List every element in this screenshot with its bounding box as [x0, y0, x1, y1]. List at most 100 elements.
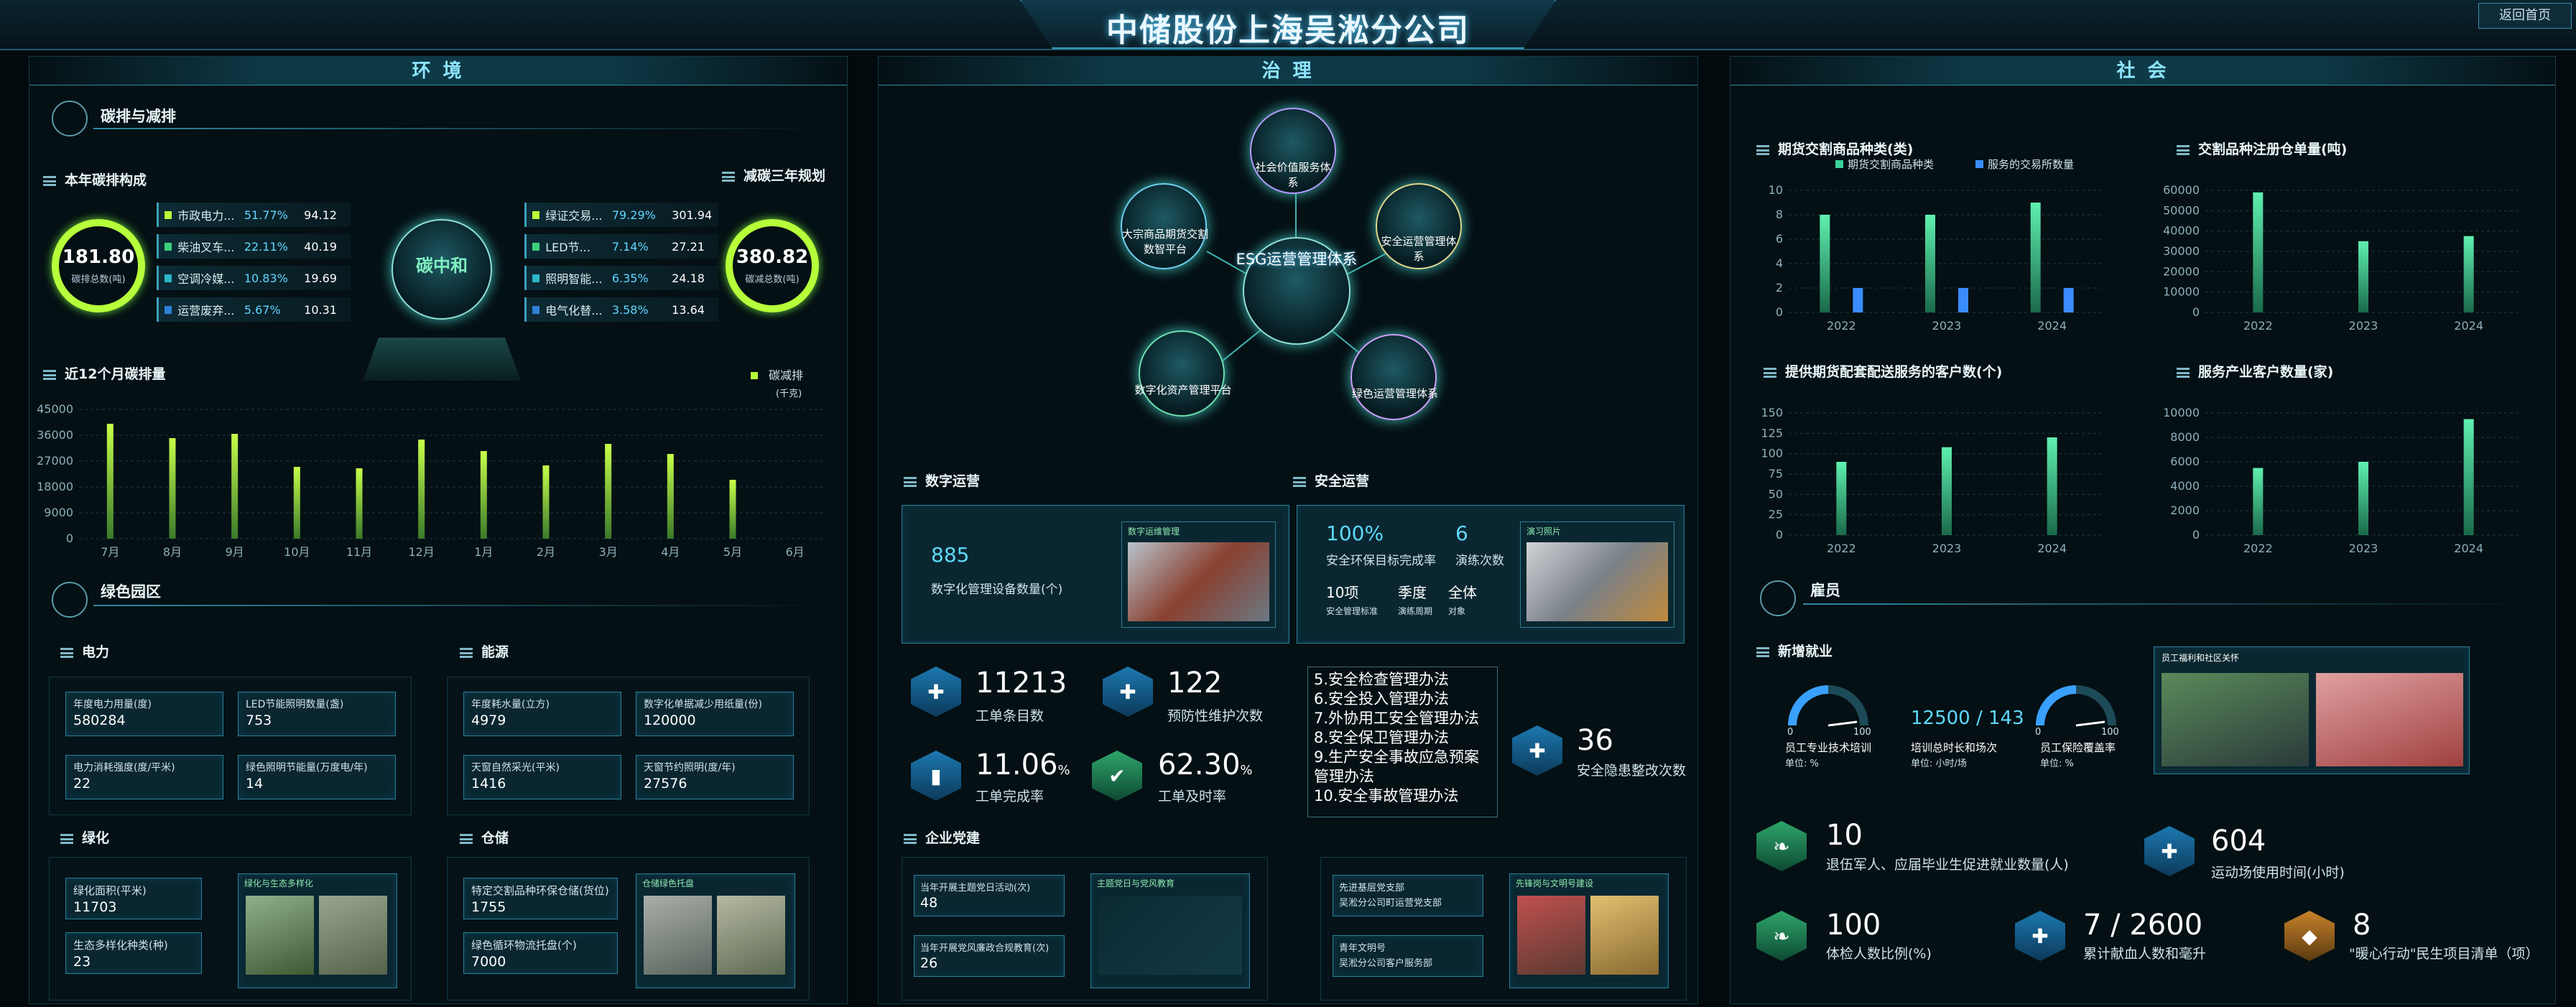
checkup-ratio-label: 体检人数比例(%) [1826, 946, 1932, 962]
node-green-ops[interactable]: 绿色运营管理体系 [1350, 334, 1438, 420]
hazard-label: 安全隐患整改次数 [1577, 763, 1687, 779]
energy-stat-label: 数字化单据减少用纸量(份) [644, 699, 762, 710]
y-tick-label: 0 [66, 532, 73, 545]
greening-photo-frame: 绿化与生态多样化 [238, 873, 397, 988]
completion-rate-unit: % [1057, 763, 1070, 778]
bar [2047, 437, 2057, 535]
menu-icon [1756, 646, 1769, 657]
node-safety-ops[interactable]: 安全运营管理体系 [1376, 183, 1462, 269]
x-tick-label: 8月 [163, 545, 182, 559]
biodiversity-label: 生态多样化种类(种) [73, 939, 168, 952]
gauge2-unit: 单位: % [2040, 758, 2074, 769]
advanced-branch-label: 先进基层党支部 [1339, 883, 1405, 894]
power-stat-label: LED节能照明数量(盏) [246, 699, 344, 710]
welfare-photo-1 [2162, 673, 2309, 766]
youth-civilization-label: 青年文明号 [1339, 943, 1386, 954]
bar [293, 467, 300, 539]
maintenance-label: 预防性维护次数 [1167, 708, 1264, 724]
welfare-photo-2 [2316, 673, 2463, 766]
storage-photo-1 [644, 896, 712, 975]
y-tick-label: 10 [1769, 183, 1783, 197]
x-tick-label: 12月 [408, 545, 434, 559]
digital-ops-title: 数字运营 [904, 470, 980, 490]
node-futures-platform[interactable]: 大宗商品期货交割数智平台 [1121, 183, 1208, 269]
drill-count-value: 6 [1455, 521, 1468, 545]
green-area-value: 11703 [73, 899, 117, 915]
left-name: 柴油叉车... [177, 241, 235, 254]
x-tick-label: 2024 [2037, 542, 2067, 555]
youth-civilization-value: 吴淞分公司客户服务部 [1339, 958, 1433, 969]
x-tick-label: 2023 [1932, 542, 1962, 555]
storage-green-value: 1755 [471, 899, 506, 915]
bar [2030, 203, 2041, 312]
honor-photo-1 [1517, 896, 1585, 975]
party-day-label: 当年开展主题党日活动(次) [920, 883, 1031, 894]
biodiversity-value: 23 [73, 954, 91, 970]
employee-section-line [1803, 603, 2536, 605]
env-title: 环 境 [412, 60, 465, 82]
green-section-title: 绿色园区 [101, 583, 161, 600]
warm-action-label: "暖心行动"民生项目清单（项） [2349, 946, 2539, 962]
storage-photo-label: 仓储绿色托盘 [642, 878, 695, 888]
green-section-line [93, 605, 826, 606]
back-home-button[interactable]: 返回首页 [2478, 3, 2572, 29]
gauge1-label: 员工专业技术培训 [1785, 741, 1872, 754]
party-photo-label: 主题党日与党风教育 [1097, 878, 1175, 888]
green-area-label: 绿化面积(平米) [73, 884, 147, 897]
carbon-section-line [93, 128, 826, 129]
x-tick-label: 10月 [284, 545, 310, 559]
x-tick-label: 1月 [474, 545, 493, 559]
insurance-gauge [2036, 685, 2116, 727]
work-order-count: 11213 [976, 667, 1067, 700]
veteran-jobs-value: 10 [1826, 819, 1863, 852]
honor-photo-2 [1590, 896, 1659, 975]
integrity-edu-card: 当年开展党风廉政合规教育(次) 26 [914, 935, 1065, 977]
node-digital-assets[interactable]: 数字化资产管理平台 [1134, 330, 1232, 417]
new-jobs-title-text: 新增就业 [1778, 644, 1833, 659]
y-tick-label: 30000 [2163, 244, 2200, 258]
reduction-total-value: 380.82 [736, 246, 809, 268]
energy-stat-value: 27576 [644, 776, 687, 792]
safety-rule-item: 8.安全保卫管理办法 [1314, 729, 1450, 746]
bar [356, 468, 363, 539]
legend-swatch [1835, 160, 1843, 168]
menu-icon [1764, 367, 1776, 378]
left-pct: 5.67% [244, 302, 281, 317]
legend-label: 服务的交易所数量 [1988, 158, 2074, 171]
y-tick-label: 60000 [2163, 183, 2200, 197]
storage-card: 特定交割品种环保仓储(货位) 1755 绿色循环物流托盘(个) 7000 仓储绿色托… [447, 857, 810, 1001]
legend-label: 期货交割商品种类 [1848, 158, 1934, 171]
bar [231, 434, 238, 539]
gov-title-bar: 治 理 [879, 57, 1697, 85]
x-tick-label: 7月 [101, 545, 119, 559]
esg-center-label: ESG运营管理体系 [1236, 251, 1358, 268]
left-swatch [165, 210, 172, 219]
right-name: 电气化替... [545, 304, 603, 317]
left-swatch [165, 242, 172, 251]
y-tick-label: 4 [1776, 256, 1783, 270]
soc-title: 社 会 [2116, 60, 2169, 82]
node-social-value-label: 社会价值服务体系 [1255, 161, 1331, 189]
x-tick-label: 2022 [2243, 319, 2273, 333]
right-swatch [532, 274, 540, 282]
bar [480, 451, 487, 539]
advanced-branch-value: 吴淞分公司町运营党支部 [1339, 898, 1442, 909]
energy-stat-label: 年度耗水量(立方) [471, 699, 550, 710]
gauge1-max: 100 [1853, 727, 1871, 738]
industry-customers-chart: 0 2000 4000 6000 8000 10000 2022 2023 2024 [2163, 406, 2521, 555]
digital-ops-title-text: 数字运营 [925, 473, 981, 489]
gauge1-min: 0 [1787, 727, 1794, 738]
blood-donation-value: 7 / 2600 [2083, 909, 2203, 942]
greening-photo-label: 绿化与生态多样化 [244, 878, 314, 888]
greening-title-text: 绿化 [82, 830, 110, 846]
integrity-edu-label: 当年开展党风廉政合规教育(次) [920, 943, 1050, 954]
energy-stat-card: 年度耗水量(立方) 4979 [463, 692, 621, 736]
node-social-value[interactable]: 社会价值服务体系 [1250, 108, 1336, 194]
y-tick-label: 6000 [2170, 455, 2200, 468]
gauge2-label: 员工保险覆盖率 [2040, 741, 2116, 754]
right-value: 13.64 [672, 302, 705, 317]
x-tick-label: 4月 [661, 545, 680, 559]
bar [2358, 462, 2368, 535]
legend-label: 碳减排 [769, 368, 803, 382]
reduction-total-label: 碳减总数(吨) [745, 274, 800, 285]
